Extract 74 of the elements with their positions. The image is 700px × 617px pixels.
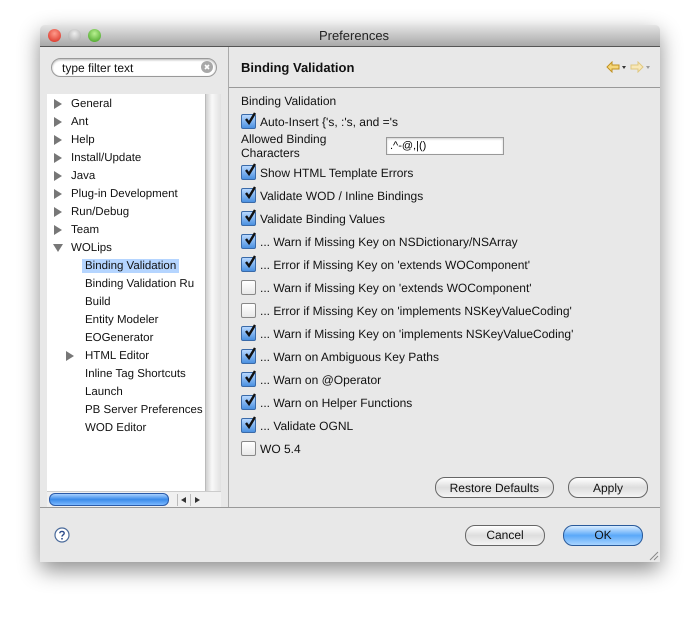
checkbox-label: Auto-Insert {'s, :'s, and ='s (260, 114, 398, 128)
tree-item[interactable]: Team (68, 223, 102, 237)
ok-button[interactable]: OK (563, 524, 643, 546)
cancel-button[interactable]: Cancel (465, 524, 545, 546)
characters-field[interactable]: .^-@,|() (386, 137, 504, 155)
checkbox-label: ... Warn on Ambiguous Key Paths (260, 350, 439, 364)
checkbox[interactable] (241, 188, 256, 203)
page-title: Binding Validation (241, 60, 356, 74)
checkbox[interactable] (241, 441, 256, 456)
checkbox-label: ... Validate OGNL (260, 418, 354, 432)
filter-field[interactable]: type filter text (51, 58, 217, 77)
tree-item[interactable]: Run/Debug (68, 205, 132, 219)
tree-item[interactable]: Help (68, 133, 98, 147)
checkbox[interactable] (241, 372, 256, 387)
expand-icon[interactable] (53, 171, 63, 181)
tree-item[interactable]: General (68, 97, 115, 111)
checkbox-label: ... Error if Missing Key on 'extends WOComponent' (260, 258, 530, 272)
checkbox-label: Show HTML Template Errors (260, 166, 414, 180)
checkbox[interactable] (241, 165, 256, 180)
clear-icon[interactable] (201, 61, 213, 73)
window-title: Preferences (318, 28, 390, 43)
expand-icon[interactable] (53, 189, 63, 199)
resize-grip-icon[interactable] (647, 549, 659, 561)
expand-icon[interactable] (53, 207, 63, 217)
tree-item[interactable]: WOD Editor (82, 421, 150, 435)
checkbox-label: WO 5.4 (260, 442, 301, 456)
checkbox-label: Validate Binding Values (260, 212, 385, 226)
expand-icon[interactable] (53, 243, 63, 253)
tree-item[interactable]: Install/Update (68, 151, 144, 165)
tree-item[interactable]: EOGenerator (82, 331, 156, 345)
expand-icon[interactable] (53, 117, 63, 127)
expand-icon[interactable] (65, 351, 75, 361)
tree-item[interactable]: Binding Validation (82, 259, 180, 273)
checkbox-label: ... Warn if Missing Key on 'implements NSKeyValueCoding' (260, 326, 574, 340)
restore-defaults-button[interactable]: Restore Defaults (434, 477, 554, 498)
tree-item[interactable]: Build (82, 295, 114, 309)
tree-item[interactable]: PB Server Preferences (82, 403, 205, 417)
checkbox[interactable] (241, 114, 256, 129)
checkbox-label: ... Warn if Missing Key on NSDictionary/NSArray (260, 234, 518, 248)
tree-item[interactable]: Java (68, 169, 98, 183)
checkbox[interactable] (241, 280, 256, 295)
tree-item[interactable]: HTML Editor (82, 349, 152, 363)
apply-button[interactable]: Apply (568, 477, 648, 498)
checkbox-label: ... Warn if Missing Key on 'extends WOComponent' (260, 280, 532, 294)
expand-icon[interactable] (53, 225, 63, 235)
group-label: Binding Validation (241, 93, 338, 110)
tree-item[interactable]: WOLips (68, 241, 115, 255)
field-label: Allowed Binding Characters (241, 132, 328, 160)
tree-item[interactable]: Ant (68, 115, 92, 129)
tree-item[interactable]: Binding Validation Ru (82, 277, 198, 291)
checkbox[interactable] (241, 234, 256, 249)
tree-item[interactable]: Entity Modeler (82, 313, 162, 327)
checkbox-label: ... Error if Missing Key on 'implements NSKeyValueCoding' (260, 304, 572, 318)
checkbox-label: ... Warn on @Operator (260, 372, 382, 386)
expand-icon[interactable] (53, 99, 63, 109)
checkbox[interactable] (241, 395, 256, 410)
tree-item[interactable]: Launch (82, 385, 126, 399)
checkbox[interactable] (241, 257, 256, 272)
expand-icon[interactable] (53, 153, 63, 163)
checkbox-label: ... Warn on Helper Functions (260, 396, 412, 410)
close-icon[interactable] (48, 29, 61, 42)
checkbox[interactable] (241, 303, 256, 318)
checkbox[interactable] (241, 211, 256, 226)
checkbox[interactable] (241, 326, 256, 341)
horizontal-scrollbar[interactable] (47, 491, 221, 507)
back-icon[interactable] (606, 61, 628, 73)
tree-item[interactable]: Inline Tag Shortcuts (82, 367, 189, 381)
expand-icon[interactable] (53, 135, 63, 145)
checkbox[interactable] (241, 349, 256, 364)
checkbox-label: Validate WOD / Inline Bindings (260, 188, 424, 202)
tree-item[interactable]: Plug-in Development (68, 187, 181, 201)
checkbox[interactable] (241, 418, 256, 433)
scroll-thumb[interactable] (49, 493, 169, 506)
help-icon[interactable] (54, 527, 70, 543)
